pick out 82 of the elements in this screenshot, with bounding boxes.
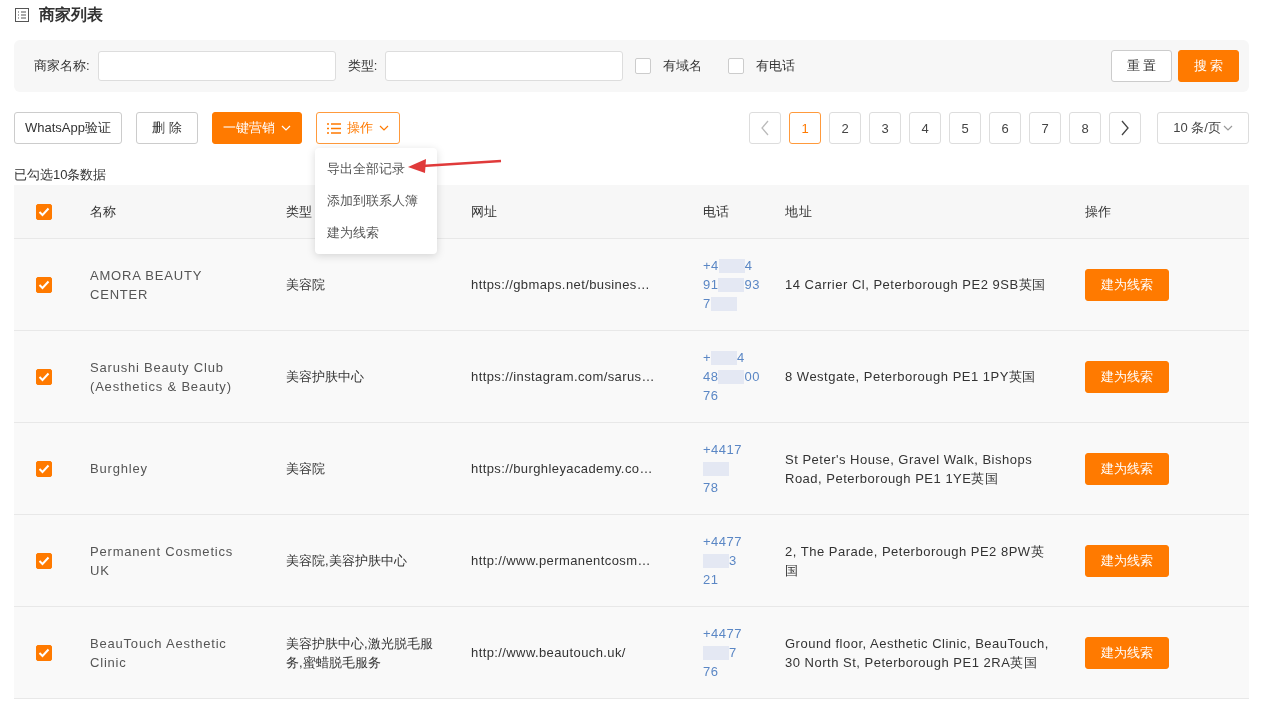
chevron-right-icon bbox=[1120, 120, 1130, 136]
table-cell-text: http://www.permanentcosm… bbox=[471, 552, 652, 570]
list-icon bbox=[327, 122, 341, 134]
caret-icon bbox=[281, 125, 291, 131]
page-button[interactable]: 2 bbox=[829, 112, 861, 144]
input-field[interactable] bbox=[97, 51, 336, 81]
page-button[interactable]: 7 bbox=[1029, 112, 1061, 144]
table-cell-text: Sarushi Beauty Club (Aesthetics & Beauty) bbox=[90, 358, 233, 396]
menu-item[interactable]: 导出全部记录 bbox=[315, 153, 437, 185]
table-cell-text: 2, The Parade, Peterborough PE2 8PW英国 bbox=[785, 542, 1046, 580]
table-cell-text: Permanent Cosmetics UK bbox=[90, 542, 235, 580]
table-cell-text: 美容护肤中心,激光脱毛服务,蜜蜡脱毛服务 bbox=[286, 634, 434, 672]
table-cell-text: Ground floor, Aesthetic Clinic, BeauTouch, 30 North St, Peterborough PE1 2RA英国 bbox=[785, 634, 1050, 672]
checkbox-label: 有域名 bbox=[663, 57, 703, 75]
table-cell-text: 8 Westgate, Peterborough PE1 1PY英国 bbox=[785, 368, 1037, 386]
checkbox[interactable] bbox=[635, 58, 652, 74]
column-header: 电话 bbox=[703, 203, 730, 221]
field-label: 类型: bbox=[347, 57, 378, 75]
phone-text: +4417 bbox=[703, 441, 742, 459]
checkbox[interactable] bbox=[36, 552, 52, 569]
column-header: 名称 bbox=[90, 203, 117, 221]
list-icon bbox=[15, 8, 29, 22]
phone-text: +4477 bbox=[703, 625, 742, 643]
checkbox[interactable] bbox=[36, 644, 52, 661]
toolbar-button[interactable]: WhatsApp验证 bbox=[14, 112, 122, 144]
menu-item[interactable]: 添加到联系人簿 bbox=[315, 185, 437, 217]
column-header: 类型 bbox=[286, 203, 313, 221]
phone-text: 76 bbox=[703, 663, 719, 681]
phone-text: 00 bbox=[744, 368, 760, 386]
table-cell-text: AMORA BEAUTY CENTER bbox=[90, 266, 203, 304]
phone-text: 76 bbox=[703, 387, 719, 405]
table-cell-text: http://www.beautouch.uk/ bbox=[471, 644, 627, 662]
table-cell-text: Burghley bbox=[90, 460, 149, 478]
phone-text: 93 bbox=[744, 276, 760, 294]
checkbox[interactable] bbox=[36, 368, 52, 385]
column-header: 地址 bbox=[785, 203, 813, 221]
checkbox[interactable] bbox=[36, 460, 52, 477]
menu-item[interactable]: 建为线索 bbox=[315, 217, 437, 249]
checkbox[interactable] bbox=[36, 276, 52, 293]
table-cell-text: 美容院 bbox=[286, 460, 326, 478]
phone-text: 7 bbox=[703, 295, 711, 313]
selection-count: 已勾选10条数据 bbox=[14, 166, 107, 184]
toolbar-button[interactable]: 删 除 bbox=[136, 112, 198, 144]
page-size-select[interactable]: 10 条/页 bbox=[1157, 112, 1249, 144]
page-title: 商家列表 bbox=[39, 4, 103, 25]
table-cell-text: 美容院,美容护肤中心 bbox=[286, 552, 408, 570]
table-cell-text: BeauTouch Aesthetic Clinic bbox=[90, 634, 228, 672]
field-label: 商家名称: bbox=[34, 57, 90, 75]
caret-icon bbox=[379, 125, 389, 131]
input-field[interactable] bbox=[385, 51, 624, 81]
phone-text: 3 bbox=[729, 552, 737, 570]
table-cell-text: 美容院 bbox=[286, 276, 326, 294]
column-header: 操作 bbox=[1085, 203, 1112, 221]
checkbox[interactable] bbox=[728, 58, 745, 74]
phone-text: +4 bbox=[703, 257, 719, 275]
page-button[interactable]: 8 bbox=[1069, 112, 1101, 144]
next-page-button[interactable] bbox=[1109, 112, 1141, 144]
table-cell-text: https://burghleyacademy.co… bbox=[471, 460, 654, 478]
phone-text: 91 bbox=[703, 276, 719, 294]
phone-text: 4 bbox=[737, 349, 745, 367]
table-cell-text: https://instagram.com/sarus… bbox=[471, 368, 656, 386]
table-cell-text: 14 Carrier Cl, Peterborough PE2 9SB英国 bbox=[785, 276, 1047, 294]
table-cell-text: https://gbmaps.net/busines… bbox=[471, 276, 652, 294]
page-button[interactable]: 3 bbox=[869, 112, 901, 144]
checkbox-label: 有电话 bbox=[756, 57, 796, 75]
chevron-left-icon bbox=[760, 120, 770, 136]
reset-button[interactable]: 重 置 bbox=[1111, 50, 1172, 82]
phone-text: 78 bbox=[703, 479, 719, 497]
phone-text: 7 bbox=[729, 644, 737, 662]
phone-text: 21 bbox=[703, 571, 719, 589]
page-button[interactable]: 5 bbox=[949, 112, 981, 144]
page-button[interactable]: 4 bbox=[909, 112, 941, 144]
phone-text: 4 bbox=[744, 257, 753, 275]
table-cell-text: 美容护肤中心 bbox=[286, 368, 365, 386]
page-button[interactable]: 6 bbox=[989, 112, 1021, 144]
column-header: 网址 bbox=[471, 203, 498, 221]
phone-text: + bbox=[703, 349, 712, 367]
phone-text: 48 bbox=[703, 368, 719, 386]
table-cell-text: St Peter's House, Gravel Walk, Bishops Road, Peterborough PE1 1YE英国 bbox=[785, 450, 1034, 488]
caret-icon bbox=[1222, 125, 1233, 131]
phone-text: +4477 bbox=[703, 533, 742, 551]
checkbox[interactable] bbox=[36, 203, 52, 220]
